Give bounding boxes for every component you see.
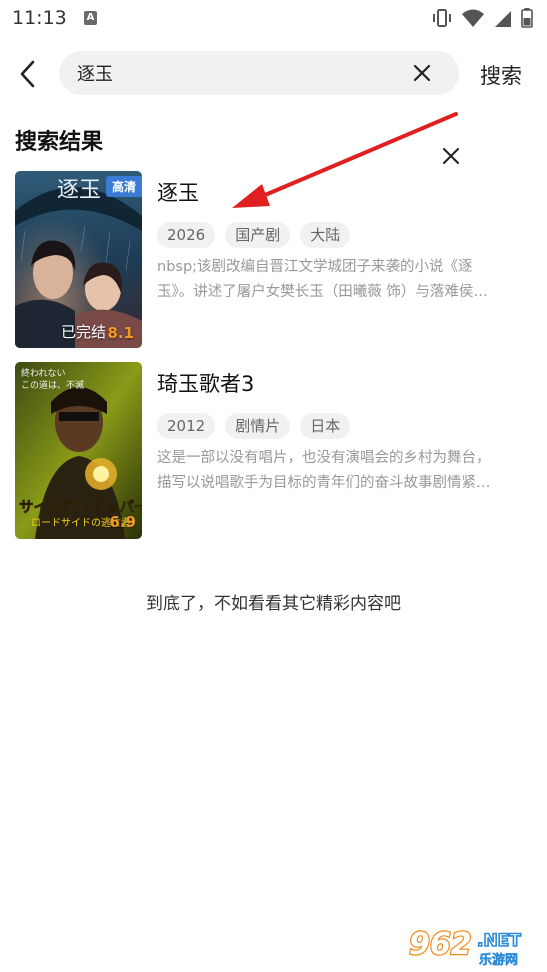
result-description: 这是一部以没有唱片，也没有演唱会的乡村为舞台， 描写以说唱歌手为目标的青年们的奋… [157,446,535,496]
tag-list: 2026 国产剧 大陆 [157,222,351,248]
tag-year: 2026 [157,222,216,248]
close-icon [443,148,459,164]
result-title[interactable]: 逐玉 [157,177,199,207]
poster-tagline: この道は、不滅 [21,379,84,391]
battery-icon [521,8,533,28]
tag-year: 2012 [157,413,216,439]
status-icons [431,8,533,28]
svg-text:.NET: .NET [477,931,521,951]
poster-tagline: 終われない [21,367,66,379]
vibrate-icon [433,9,451,27]
tag-region: 日本 [300,413,351,439]
result-item[interactable]: 終われない この道は、不滅 サイタマノラッパー ロードサイドの逃亡者 6.9 琦… [15,362,535,540]
back-button[interactable] [14,58,44,90]
end-of-list-text: 到底了，不如看看其它精彩内容吧 [146,594,401,614]
completion-status: 已完结 [61,323,107,341]
status-time: 11:13 [12,7,67,29]
description-line: nbsp;该剧改编自晋江文学城团子来袭的小说《逐 [157,259,473,275]
rating-score: 6.9 [109,513,136,531]
chevron-left-icon [20,60,35,88]
search-button[interactable]: 搜索 [480,60,522,90]
close-icon [413,64,431,82]
notification-icon: A [84,11,97,25]
svg-text:乐游网: 乐游网 [479,953,518,968]
dismiss-button[interactable] [441,146,461,166]
wifi-icon [462,9,484,27]
tag-genre: 国产剧 [225,222,291,248]
description-line: 玉》。讲述了屠户女樊长玉（田曦薇 饰）与落难侯… [157,284,488,300]
description-line: 这是一部以没有唱片，也没有演唱会的乡村为舞台， [157,450,491,466]
rating-score: 8.1 [107,324,134,342]
result-title[interactable]: 琦玉歌者3 [157,368,254,398]
result-description: nbsp;该剧改编自晋江文学城团子来袭的小说《逐 玉》。讲述了屠户女樊长玉（田曦… [157,255,535,305]
site-watermark-logo: 962 962 .NET 乐游网 [408,926,522,968]
tag-region: 大陆 [300,222,351,248]
clear-search-button[interactable] [411,62,433,84]
tag-list: 2012 剧情片 日本 [157,413,351,439]
search-input[interactable] [77,51,397,95]
poster-image[interactable]: 終われない この道は、不滅 サイタマノラッパー ロードサイドの逃亡者 6.9 [15,362,142,539]
description-line: 描写以说唱歌手为目标的青年们的奋斗故事剧情紧… [157,475,491,491]
section-title: 搜索结果 [15,130,104,155]
poster-image[interactable]: 逐玉 高清 已完结 8.1 [15,171,142,348]
result-item[interactable]: 逐玉 高清 已完结 8.1 逐玉 2026 国产剧 大陆 nbsp;该剧改编自晋… [15,171,535,349]
poster-title-art: 逐玉 [57,178,101,203]
status-bar: 11:13 A [0,0,547,36]
svg-text:962: 962 [409,927,472,962]
hd-badge: 高清 [105,176,142,197]
signal-icon [495,11,511,27]
search-box [59,51,459,95]
tag-genre: 剧情片 [225,413,291,439]
